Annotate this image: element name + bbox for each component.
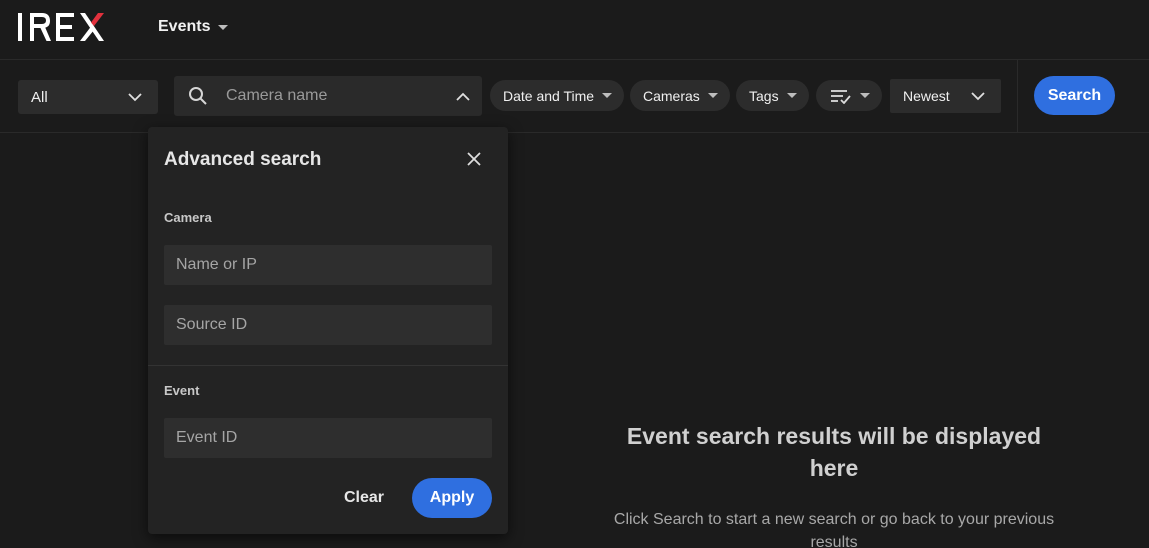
sort-select[interactable]: Newest [890,79,1001,113]
chevron-up-icon[interactable] [456,92,470,101]
chevron-down-icon [971,91,985,100]
close-icon[interactable] [464,149,484,169]
event-id-input[interactable] [164,418,492,458]
nav-events-menu[interactable]: Events [158,17,229,37]
type-select-value: All [31,88,48,106]
irex-logo [18,13,104,41]
chip-label: Date and Time [503,87,595,104]
filter-bar-divider [1017,60,1018,133]
tags-filter-chip[interactable]: Tags [736,80,809,111]
section-divider [148,365,508,366]
empty-state-subtitle: Click Search to start a new search or go… [613,511,1055,548]
chip-label: Tags [749,87,779,104]
camera-search-input[interactable] [226,87,456,105]
app-root: Events All Date and Time Camera [0,0,1149,548]
clear-button[interactable]: Clear [332,478,396,517]
source-id-input[interactable] [164,305,492,345]
search-button[interactable]: Search [1034,76,1115,115]
chip-label: Cameras [643,87,700,104]
nav-events-label: Events [158,18,211,35]
search-icon [189,87,207,105]
sort-select-value: Newest [903,88,950,104]
caret-down-icon [860,93,870,98]
camera-section-label: Camera [164,210,212,225]
camera-search-box[interactable] [174,76,482,116]
more-filters-chip[interactable] [816,80,882,111]
advanced-search-panel: Advanced search Camera Event Clear Apply [148,127,508,534]
advanced-search-title: Advanced search [164,149,322,170]
caret-down-icon [602,93,613,98]
filter-check-icon [831,89,851,104]
cameras-filter-chip[interactable]: Cameras [630,80,730,111]
caret-down-icon [218,24,229,30]
caret-down-icon [786,93,797,98]
date-time-filter-chip[interactable]: Date and Time [490,80,625,111]
empty-state-title: Event search results will be displayed h… [626,423,1042,481]
top-bar: Events [0,0,1149,60]
type-select[interactable]: All [18,80,158,114]
chevron-down-icon [128,92,142,101]
name-or-ip-input[interactable] [164,245,492,285]
event-section-label: Event [164,383,200,398]
filter-bar: All Date and Time Cameras Tags [0,60,1149,133]
caret-down-icon [707,93,718,98]
apply-button[interactable]: Apply [412,478,492,518]
